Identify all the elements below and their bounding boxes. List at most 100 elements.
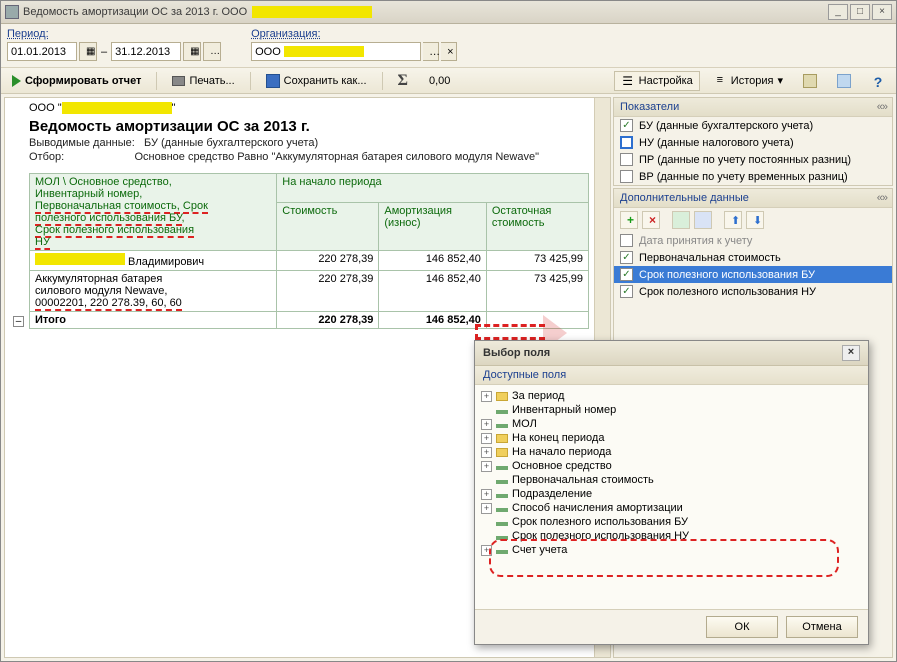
org-dropdown-button[interactable]: … <box>423 42 439 61</box>
indicators-item-label: БУ (данные бухгалтерского учета) <box>639 120 813 132</box>
expand-icon[interactable]: + <box>481 419 492 430</box>
indicators-panel: Показатели « » БУ (данные бухгалтерского… <box>613 97 893 186</box>
save-label: Сохранить как... <box>284 75 367 87</box>
report-filter-row: Отбор: Основное средство Равно "Аккумуля… <box>29 151 586 163</box>
maximize-button[interactable]: □ <box>850 4 870 20</box>
checkbox[interactable] <box>620 268 633 281</box>
tool2-button[interactable] <box>830 71 858 91</box>
date-to-picker[interactable]: ▦ <box>183 42 201 61</box>
date-from-picker[interactable]: ▦ <box>79 42 97 61</box>
generate-report-button[interactable]: Сформировать отчет <box>5 72 148 90</box>
delete-field-button[interactable]: × <box>642 211 660 229</box>
checkbox[interactable] <box>620 136 633 149</box>
tree-row[interactable]: +Подразделение <box>481 487 862 501</box>
expand-icon <box>481 405 492 416</box>
field-icon <box>496 550 508 554</box>
tree-row[interactable]: + На конец периода <box>481 431 862 445</box>
org-input[interactable]: ООО <box>251 42 421 61</box>
data-row-mol[interactable]: Владимирович 220 278,39 146 852,40 73 42… <box>30 251 589 271</box>
expand-icon[interactable]: + <box>481 433 492 444</box>
indicators-item[interactable]: БУ (данные бухгалтерского учета) <box>614 117 892 134</box>
mail-button[interactable] <box>796 71 824 91</box>
close-button[interactable]: × <box>872 4 892 20</box>
history-button[interactable]: История ▾ <box>706 71 790 91</box>
checkbox[interactable] <box>620 170 633 183</box>
data-row-asset[interactable]: Аккумуляторная батарея силового модуля N… <box>30 271 589 312</box>
expand-icon[interactable]: + <box>481 391 492 402</box>
uncheck-all-button[interactable] <box>694 211 712 229</box>
check-all-button[interactable] <box>672 211 690 229</box>
popup-title-text: Выбор поля <box>483 347 550 359</box>
indicators-item[interactable]: ПР (данные по учету постоянных разниц) <box>614 151 892 168</box>
report-output-row: Выводимые данные: БУ (данные бухгалтерск… <box>29 137 586 149</box>
date-to-input[interactable] <box>111 42 181 61</box>
expand-icon[interactable]: + <box>481 545 492 556</box>
print-button[interactable]: Печать... <box>165 72 241 90</box>
tree-row[interactable]: Срок полезного использования НУ <box>481 529 862 543</box>
expand-icon[interactable]: + <box>481 503 492 514</box>
date-from-input[interactable] <box>7 42 77 61</box>
checkbox[interactable] <box>620 251 633 264</box>
extra-item[interactable]: Срок полезного использования НУ <box>614 283 892 300</box>
separator <box>250 72 251 90</box>
tree-row[interactable]: Инвентарный номер <box>481 403 862 417</box>
expand-icon[interactable]: + <box>481 447 492 458</box>
indicators-item[interactable]: НУ (данные налогового учета) <box>614 134 892 151</box>
checkbox[interactable] <box>620 285 633 298</box>
history-label: История <box>731 75 774 87</box>
indicators-item[interactable]: ВР (данные по учету временных разниц) <box>614 168 892 185</box>
tree-row[interactable]: +МОЛ <box>481 417 862 431</box>
popup-close-button[interactable]: × <box>842 345 860 361</box>
add-field-button[interactable]: + <box>620 211 638 229</box>
settings-button[interactable]: Настройка <box>614 71 700 91</box>
org-redaction <box>284 46 364 57</box>
extra-item-label: Дата принятия к учету <box>639 235 752 247</box>
move-down-button[interactable] <box>746 211 764 229</box>
indicators-list: БУ (данные бухгалтерского учета) НУ (данн… <box>614 117 892 185</box>
out-label: Выводимые данные: <box>29 137 135 149</box>
tool2-icon <box>837 74 851 88</box>
cancel-button[interactable]: Отмена <box>786 616 858 638</box>
indicators-header[interactable]: Показатели « » <box>614 98 892 117</box>
minimize-button[interactable]: _ <box>828 4 848 20</box>
extra-header[interactable]: Дополнительные данные « » <box>614 189 892 208</box>
checkbox[interactable] <box>620 234 633 247</box>
checkbox[interactable] <box>620 153 633 166</box>
save-as-button[interactable]: Сохранить как... <box>259 71 374 91</box>
separator <box>156 72 157 90</box>
extra-item[interactable]: Дата принятия к учету <box>614 232 892 249</box>
hdr-left: МОЛ \ Основное средство, Инвентарный ном… <box>30 174 277 251</box>
popup-titlebar: Выбор поля × <box>475 341 868 366</box>
tree-row[interactable]: +На начало периода <box>481 445 862 459</box>
save-icon <box>266 74 280 88</box>
period-wizard-button[interactable]: … <box>203 42 221 61</box>
expand-icon <box>481 531 492 542</box>
play-icon <box>12 75 21 87</box>
popup-tree[interactable]: +За периодИнвентарный номер+МОЛ+На конец… <box>475 385 868 610</box>
rep-org-redaction <box>62 102 172 114</box>
tree-label: Срок полезного использования НУ <box>512 530 689 542</box>
tree-row[interactable]: Срок полезного использования БУ <box>481 515 862 529</box>
tree-row[interactable]: +Способ начисления амортизации <box>481 501 862 515</box>
mol-cell: Владимирович <box>30 251 277 271</box>
window-title: Ведомость амортизации ОС за 2013 г. ООО <box>23 6 828 18</box>
move-up-button[interactable] <box>724 211 742 229</box>
tree-row[interactable]: +Основное средство <box>481 459 862 473</box>
expand-toggle[interactable]: – <box>13 316 24 327</box>
expand-icon[interactable]: + <box>481 461 492 472</box>
hdr-resid: Остаточная стоимость <box>486 202 588 251</box>
expand-icon[interactable]: + <box>481 489 492 500</box>
help-icon <box>871 74 885 88</box>
tree-row[interactable]: +Счет учета <box>481 543 862 557</box>
tree-row[interactable]: Первоначальная стоимость <box>481 473 862 487</box>
ok-button[interactable]: ОК <box>706 616 778 638</box>
checkbox[interactable] <box>620 119 633 132</box>
help-button[interactable] <box>864 71 892 91</box>
sum-button[interactable]: Σ <box>391 71 415 91</box>
tree-label: На конец периода <box>512 432 604 444</box>
extra-item-label: Срок полезного использования НУ <box>639 286 816 298</box>
tree-row[interactable]: +За период <box>481 389 862 403</box>
extra-item[interactable]: Срок полезного использования БУ <box>614 266 892 283</box>
org-clear-button[interactable]: × <box>441 42 457 61</box>
extra-item[interactable]: Первоначальная стоимость <box>614 249 892 266</box>
